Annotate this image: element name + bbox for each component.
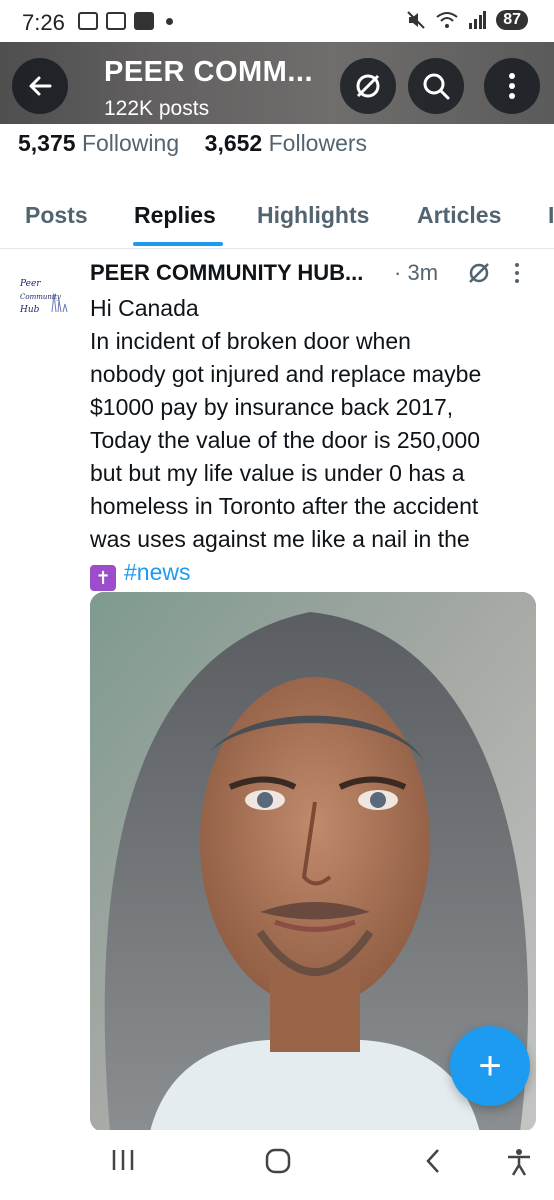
followers-link[interactable]: 3,652 Followers [205,130,367,156]
post-line: $1000 pay by insurance back 2017, [90,394,454,420]
avatar-text-1: Peer [19,279,41,289]
post-grok-button[interactable] [466,260,492,291]
post-line: In incident of broken door when [90,328,411,354]
following-count: 5,375 [18,130,76,156]
tab-articles[interactable]: Articles [417,202,501,229]
calendar-icon [78,12,98,30]
home-button[interactable] [265,1148,291,1179]
tab-replies[interactable]: Replies [134,202,216,229]
mute-icon [407,11,425,29]
compose-button[interactable]: + [450,1026,530,1106]
post-line: homeless in Toronto after the accident [90,493,479,519]
status-bar: 7:26 87 [0,0,554,46]
following-label: Following [81,130,180,156]
status-left-icons [78,12,173,30]
post-text: Hi Canada In incident of broken door whe… [90,292,540,591]
post-line: Hi Canada [90,295,199,321]
more-button[interactable] [484,58,540,114]
search-icon [423,73,450,100]
post-line: Today the value of the door is 250,000 [90,427,481,453]
avatar[interactable]: Peer Community Hub [14,264,76,326]
post-line: was uses against me like a nail in the [90,526,470,552]
avatar-logo: Peer Community Hub [14,264,76,326]
home-icon [265,1148,291,1174]
back-icon [426,1149,439,1173]
back-button[interactable] [12,58,68,114]
battery-indicator: 87 [496,10,528,30]
post-count: 122K posts [104,97,210,120]
plus-icon: + [478,1044,502,1088]
avatar-text-3: Hub [19,305,40,315]
followers-count: 3,652 [204,130,263,156]
recent-apps-button[interactable] [110,1148,136,1177]
post-more-button[interactable] [514,262,520,290]
followers-label: Followers [268,130,368,156]
post-last-line: ✝ #news [90,556,540,591]
post-separator: · [394,260,402,285]
post-line: but but my life value is under 0 has a [90,460,465,486]
post-time: 3m [407,260,439,285]
post-time-group: · 3m [394,260,438,286]
back-arrow-icon [29,76,52,96]
grok-icon [356,74,380,98]
signal-icon [469,11,487,29]
accessibility-icon [508,1149,530,1176]
post-author[interactable]: PEER COMMUNITY HUB... [90,260,363,286]
status-time: 7:26 [22,10,65,35]
profile-title: PEER COMM... [104,56,314,88]
youtube-icon [134,12,154,30]
more-vertical-icon [509,73,515,99]
profile-header: PEER COMM... 122K posts [0,42,554,124]
post-line: nobody got injured and replace maybe [90,361,482,387]
tab-highlights[interactable]: Highlights [257,202,369,229]
back-nav-button[interactable] [424,1148,442,1179]
accessibility-button[interactable] [506,1148,532,1181]
more-vertical-icon [515,263,519,283]
grok-icon [469,263,489,283]
wifi-icon [436,12,458,28]
tab-posts[interactable]: Posts [25,202,88,229]
avatar-text-2: Community [20,293,62,301]
recent-apps-icon [112,1150,134,1170]
tab-overflow[interactable]: I [548,202,554,229]
follow-stats: 5,375 Following 3,652 Followers [18,130,367,157]
hashtag-news[interactable]: #news [124,559,190,585]
profile-tabs: Posts Replies Highlights Articles I [0,186,554,249]
screenshot-icon [106,12,126,30]
grok-button[interactable] [340,58,396,114]
system-nav-bar [0,1130,554,1200]
search-button[interactable] [408,58,464,114]
following-link[interactable]: 5,375 Following [18,130,179,156]
active-tab-indicator [133,242,223,246]
dot-icon [166,17,173,25]
status-right-icons: 87 [406,10,528,30]
latin-cross-emoji: ✝ [90,565,116,591]
